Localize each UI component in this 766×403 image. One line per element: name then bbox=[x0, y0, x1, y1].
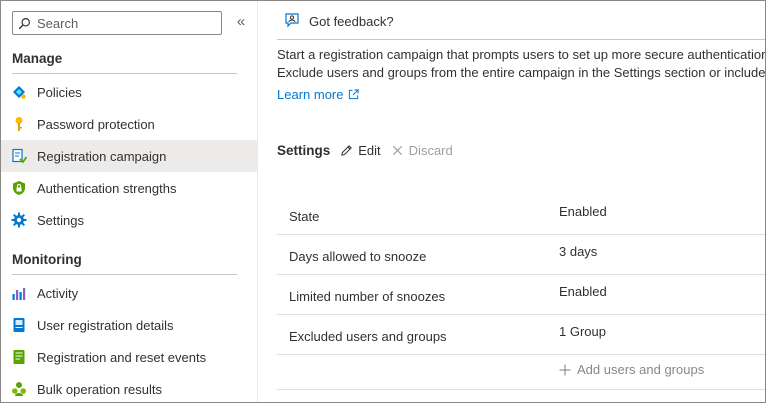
row-value: Enabled bbox=[559, 204, 607, 219]
close-icon bbox=[392, 145, 402, 155]
section-title-manage: Manage bbox=[12, 51, 63, 66]
document-icon bbox=[11, 317, 27, 333]
search-input[interactable] bbox=[37, 15, 217, 31]
row-key: Limited number of snoozes bbox=[289, 289, 446, 304]
learn-more-label: Learn more bbox=[277, 87, 344, 102]
feedback-icon bbox=[285, 13, 299, 28]
plus-icon bbox=[559, 364, 571, 375]
add-users-and-groups-label: Add users and groups bbox=[577, 362, 705, 377]
table-row-excluded-users-and-groups: Excluded users and groups 1 Group bbox=[277, 315, 765, 355]
add-row: Add users and groups bbox=[277, 355, 765, 390]
description-line: Exclude users and groups from the entire… bbox=[277, 65, 766, 80]
sidebar-item-activity[interactable]: Activity bbox=[1, 277, 257, 309]
people-icon bbox=[11, 381, 27, 397]
sidebar: « Manage Policies Password protection Re… bbox=[1, 1, 257, 402]
external-link-icon bbox=[349, 89, 360, 100]
registration-icon bbox=[11, 148, 27, 164]
table-row-days-allowed-to-snooze: Days allowed to snooze 3 days bbox=[277, 235, 765, 275]
description-line: Start a registration campaign that promp… bbox=[277, 47, 766, 62]
section-divider bbox=[12, 73, 237, 74]
sidebar-item-label: User registration details bbox=[37, 317, 174, 333]
sidebar-item-password-protection[interactable]: Password protection bbox=[1, 108, 257, 140]
row-key: Excluded users and groups bbox=[289, 329, 447, 344]
header-divider bbox=[277, 39, 765, 40]
add-users-and-groups-button[interactable]: Add users and groups bbox=[559, 362, 704, 377]
campaign-description: Start a registration campaign that promp… bbox=[277, 46, 766, 82]
section-divider bbox=[12, 274, 237, 275]
search-icon bbox=[18, 17, 30, 29]
table-row-state: State Enabled bbox=[277, 195, 765, 235]
edit-label: Edit bbox=[358, 142, 381, 158]
sidebar-item-label: Activity bbox=[37, 285, 79, 301]
shield-icon bbox=[11, 180, 27, 196]
sidebar-item-authentication-strengths[interactable]: Authentication strengths bbox=[1, 172, 257, 204]
row-value: Enabled bbox=[559, 284, 607, 299]
sidebar-item-label: Settings bbox=[37, 212, 84, 228]
row-key: Days allowed to snooze bbox=[289, 249, 427, 264]
discard-button[interactable]: Discard bbox=[391, 143, 453, 158]
key-icon bbox=[11, 116, 27, 132]
sidebar-item-label: Registration and reset events bbox=[37, 349, 207, 365]
sidebar-item-registration-and-reset-events[interactable]: Registration and reset events bbox=[1, 341, 257, 373]
sidebar-item-label: Bulk operation results bbox=[37, 381, 163, 397]
app-frame: « Manage Policies Password protection Re… bbox=[0, 0, 766, 403]
activity-chart-icon bbox=[11, 285, 27, 301]
gear-icon bbox=[11, 212, 27, 228]
pencil-icon bbox=[341, 144, 353, 156]
search-box[interactable] bbox=[12, 11, 222, 35]
feedback-label: Got feedback? bbox=[309, 13, 394, 29]
sidebar-item-label: Password protection bbox=[37, 116, 155, 132]
sidebar-item-bulk-operation-results[interactable]: Bulk operation results bbox=[1, 373, 257, 402]
row-key: State bbox=[289, 209, 320, 224]
sidebar-item-settings[interactable]: Settings bbox=[1, 204, 257, 236]
settings-toolbar: Settings Edit Discard bbox=[277, 141, 463, 159]
learn-more-link[interactable]: Learn more bbox=[277, 87, 360, 102]
table-row-limited-number-of-snoozes: Limited number of snoozes Enabled bbox=[277, 275, 765, 315]
feedback-button[interactable]: Got feedback? bbox=[283, 12, 394, 30]
policies-icon bbox=[11, 84, 27, 100]
sidebar-item-label: Authentication strengths bbox=[37, 180, 177, 196]
main-content: Got feedback? Start a registration campa… bbox=[257, 1, 766, 402]
sidebar-item-registration-campaign[interactable]: Registration campaign bbox=[1, 140, 257, 172]
edit-button[interactable]: Edit bbox=[340, 142, 381, 158]
sidebar-item-label: Registration campaign bbox=[37, 148, 167, 164]
sidebar-item-user-registration-details[interactable]: User registration details bbox=[1, 309, 257, 341]
events-icon bbox=[11, 349, 27, 365]
sidebar-item-label: Policies bbox=[37, 84, 82, 100]
row-value: 3 days bbox=[559, 244, 598, 259]
sidebar-item-policies[interactable]: Policies bbox=[1, 76, 257, 108]
section-title-monitoring: Monitoring bbox=[12, 252, 82, 267]
settings-table: State Enabled Days allowed to snooze 3 d… bbox=[277, 195, 765, 390]
row-value: 1 Group bbox=[559, 324, 606, 339]
discard-label: Discard bbox=[408, 142, 453, 158]
collapse-sidebar-button[interactable]: « bbox=[233, 13, 249, 33]
settings-title: Settings bbox=[277, 142, 331, 158]
